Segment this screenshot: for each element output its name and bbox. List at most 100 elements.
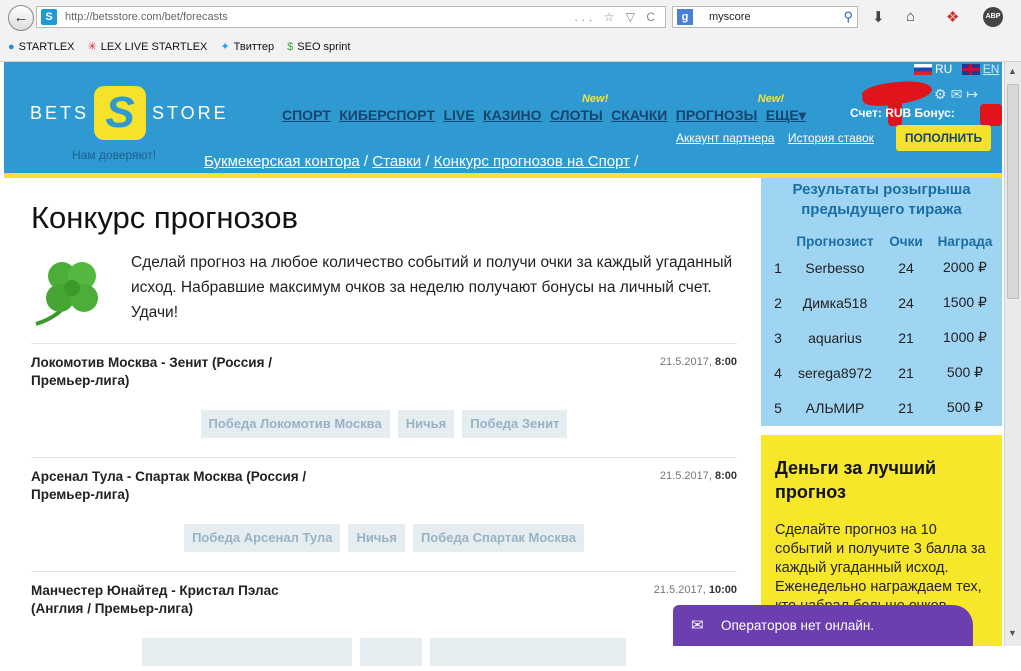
lang-ru[interactable]: RU	[935, 62, 952, 76]
browser-toolbar: ← S http://betsstore.com/bet/forecasts .…	[0, 0, 1021, 62]
event-date: 21.5.2017, 10:00	[653, 584, 737, 596]
site-header: BETS S STORE Нам доверяют! СПОРТ КИБЕРСП…	[4, 62, 1002, 173]
event-date: 21.5.2017, 8:00	[659, 470, 737, 482]
envelope-icon: ✉	[691, 617, 704, 634]
google-icon[interactable]: g	[677, 9, 693, 25]
lang-en[interactable]: EN	[983, 62, 1000, 76]
chat-widget[interactable]: ✉ Операторов нет онлайн.	[673, 605, 973, 646]
adblock-icon[interactable]: ABP	[983, 7, 1003, 27]
header-icons: ⚙✉↦	[934, 86, 982, 103]
promo-heading: Деньги за лучший прогноз	[775, 458, 937, 502]
bet-away-button[interactable]: Победа Спартак Москва	[412, 524, 584, 552]
logo-right-text: STORE	[152, 103, 229, 123]
bet-options	[31, 638, 737, 671]
site-logo[interactable]: BETS S STORE	[30, 86, 240, 146]
col-forecaster: Прогнозист	[796, 233, 874, 249]
addon-icon[interactable]: ❖	[946, 8, 959, 26]
address-url: http://betsstore.com/bet/forecasts	[65, 11, 228, 23]
bet-options: Победа Арсенал Тула Ничья Победа Спартак М…	[31, 524, 737, 552]
table-header: Прогнозист Очки Награда	[769, 232, 1001, 250]
tagline: Нам доверяют!	[72, 148, 157, 162]
bet-draw-button[interactable]: Ничья	[348, 524, 405, 552]
mail-icon[interactable]: ✉	[951, 86, 967, 102]
gear-icon[interactable]: ⚙	[934, 86, 951, 102]
bet-history-link[interactable]: История ставок	[788, 131, 874, 145]
bet-draw-button[interactable]	[360, 638, 422, 666]
nav-forecasts[interactable]: ПРОГНОЗЫ	[676, 107, 758, 123]
download-icon[interactable]: ⬇	[872, 8, 885, 26]
event-time: 8:00	[714, 356, 737, 368]
nav-live[interactable]: LIVE	[443, 107, 474, 123]
clover-icon	[35, 262, 98, 326]
scroll-up-icon[interactable]: ▲	[1008, 66, 1017, 76]
table-row: 5 АЛЬМИР 21 500 ₽	[774, 399, 984, 416]
nav-esport[interactable]: КИБЕРСПОРТ	[339, 107, 435, 123]
logout-icon[interactable]: ↦	[966, 86, 982, 102]
page-title: Конкурс прогнозов	[31, 200, 298, 235]
table-row: 1 Serbesso 24 2000 ₽	[774, 259, 987, 276]
bookmark-lex-live[interactable]: ✳ LEX LIVE STARTLEX	[88, 40, 208, 53]
chevron-down-icon: ▾	[798, 107, 806, 123]
event-time: 10:00	[708, 584, 737, 596]
bet-home-button[interactable]	[142, 638, 352, 666]
promo-text: Сделайте прогноз на 10 событий и получит…	[775, 522, 986, 614]
flag-uk-icon[interactable]	[961, 64, 980, 76]
nav-casino[interactable]: КАЗИНО	[483, 107, 542, 123]
breadcrumb-sep: /	[629, 153, 639, 170]
back-button[interactable]: ←	[8, 5, 34, 31]
home-icon[interactable]: ⌂	[906, 8, 915, 25]
event-title: Локомотив Москва - Зенит (Россия / Премь…	[31, 355, 272, 388]
chat-status: Операторов нет онлайн.	[721, 618, 875, 633]
nav-more[interactable]: New! ЕЩЕ▾	[758, 93, 806, 124]
bookmark-twitter[interactable]: ✦ Твиттер	[220, 40, 274, 53]
results-panel: Результаты розыгрыша предыдущего тиража …	[761, 178, 1002, 426]
breadcrumb-contest[interactable]: Конкурс прогнозов на Спорт	[434, 153, 630, 170]
event-card: Манчестер Юнайтед - Кристал Пэлас (Англи…	[31, 571, 737, 666]
nav-racing[interactable]: СКАЧКИ	[611, 107, 667, 123]
logo-mark: S	[94, 86, 146, 140]
address-bar[interactable]: S http://betsstore.com/bet/forecasts ...…	[36, 6, 666, 28]
flag-ru-icon[interactable]	[914, 64, 932, 76]
col-rank	[769, 232, 787, 250]
event-card: Арсенал Тула - Спартак Москва (Россия / …	[31, 457, 737, 571]
main-nav: СПОРТ КИБЕРСПОРТ LIVE КАЗИНО New! СЛОТЫ С…	[282, 93, 810, 125]
col-points: Очки	[889, 233, 923, 249]
partner-account-link[interactable]: Аккаунт партнера	[676, 131, 775, 145]
scroll-thumb[interactable]	[1007, 84, 1019, 299]
bet-away-button[interactable]	[430, 638, 626, 666]
page-scrollbar[interactable]: ▲ ▼	[1004, 62, 1021, 646]
nav-slots[interactable]: New! СЛОТЫ	[550, 93, 608, 123]
bookmark-seo-sprint[interactable]: $ SEO sprint	[287, 41, 350, 53]
account-balance: Счет: RUB Бонус:	[850, 106, 955, 120]
breadcrumb-bookmaker[interactable]: Букмекерская контора	[204, 153, 360, 170]
search-input[interactable]: myscore	[709, 7, 751, 27]
new-badge: New!	[757, 93, 785, 105]
bookmark-startlex[interactable]: ● STARTLEX	[8, 41, 75, 53]
nav-sport[interactable]: СПОРТ	[282, 107, 331, 123]
table-row: 4 serega8972 21 500 ₽	[774, 364, 984, 381]
bet-away-button[interactable]: Победа Зенит	[462, 410, 568, 438]
breadcrumb-bets[interactable]: Ставки	[372, 153, 421, 170]
event-time: 8:00	[714, 470, 737, 482]
new-badge: New!	[581, 93, 609, 105]
bet-draw-button[interactable]: Ничья	[397, 410, 455, 438]
dollar-icon: $	[287, 41, 294, 53]
language-switch: RU EN	[914, 62, 999, 76]
search-box[interactable]: g myscore ⚲	[672, 6, 858, 28]
redaction-mark	[980, 104, 1002, 126]
event-card: Локомотив Москва - Зенит (Россия / Премь…	[31, 343, 737, 457]
address-tools[interactable]: ... ☆ ▽ C	[574, 7, 659, 27]
topup-button[interactable]: ПОПОЛНИТЬ	[896, 125, 991, 151]
bet-home-button[interactable]: Победа Локомотив Москва	[200, 410, 390, 438]
bet-home-button[interactable]: Победа Арсенал Тула	[184, 524, 341, 552]
search-icon[interactable]: ⚲	[843, 7, 853, 27]
event-date: 21.5.2017, 8:00	[659, 356, 737, 368]
scroll-down-icon[interactable]: ▼	[1008, 628, 1017, 638]
main-content: Конкурс прогнозов Сделай прогноз на любо…	[4, 178, 756, 666]
person-icon: ●	[8, 41, 15, 53]
bookmarks-bar: ● STARTLEX ✳ LEX LIVE STARTLEX ✦ Твиттер $ S…	[8, 40, 360, 53]
event-title: Манчестер Юнайтед - Кристал Пэлас (Англи…	[31, 583, 279, 616]
event-title: Арсенал Тула - Спартак Москва (Россия / …	[31, 469, 307, 502]
table-row: 2 Димка518 24 1500 ₽	[774, 294, 987, 311]
table-row: 3 aquarius 21 1000 ₽	[774, 329, 987, 346]
